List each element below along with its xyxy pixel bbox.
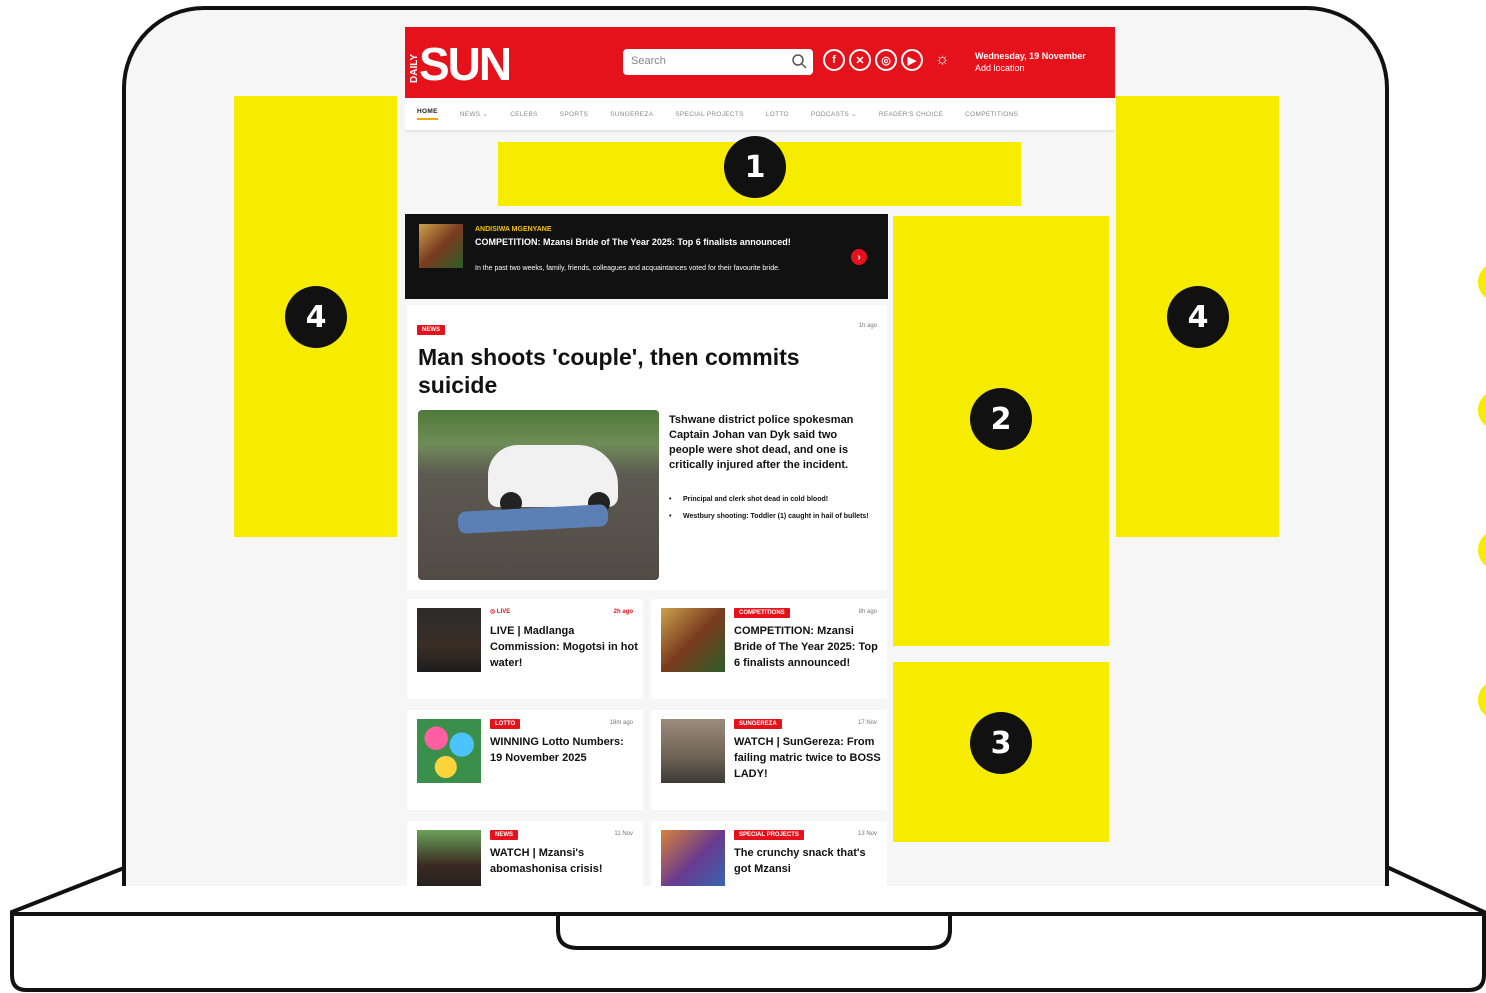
youtube-icon[interactable]: ▶: [901, 49, 923, 71]
article-time: 18m ago: [609, 720, 633, 726]
promo-title[interactable]: COMPETITION: Mzansi Bride of The Year 20…: [475, 236, 815, 249]
site-header: DAILY SUN Search f ✕ ◎ ▶ ☼ Wednesday, 19…: [405, 27, 1115, 98]
nav-competitions[interactable]: COMPETITIONS: [965, 111, 1018, 118]
arrow-right-icon[interactable]: ›: [851, 249, 867, 265]
search-input[interactable]: Search: [623, 49, 813, 75]
article-card[interactable]: SUNGEREZA 17 Nov WATCH | SunGereza: From…: [651, 710, 887, 810]
main-article-summary: Tshwane district police spokesman Captai…: [669, 414, 854, 471]
logo-sun[interactable]: SUN: [419, 37, 512, 91]
article-thumbnail: [661, 719, 725, 783]
article-thumbnail: [661, 608, 725, 672]
article-tag[interactable]: LOTTO: [490, 719, 521, 729]
nav-readers-choice[interactable]: READER'S CHOICE: [879, 111, 943, 118]
related-link[interactable]: Westbury shooting: Toddler (1) caught in…: [669, 512, 879, 521]
article-tag[interactable]: NEWS: [490, 830, 518, 840]
article-title[interactable]: COMPETITION: Mzansi Bride of The Year 20…: [734, 623, 882, 671]
nav-news[interactable]: NEWS ⌄: [460, 110, 489, 118]
callout-badge-3: 3: [970, 712, 1032, 774]
article-card[interactable]: NEWS 11 Nov WATCH | Mzansi's abomashonis…: [407, 821, 643, 886]
search-placeholder: Search: [631, 55, 666, 67]
article-tag[interactable]: COMPETITIONS: [734, 608, 790, 618]
live-badge: ◎ LIVE: [490, 609, 511, 615]
article-card[interactable]: SPECIAL PROJECTS 13 Nov The crunchy snac…: [651, 821, 887, 886]
article-title[interactable]: WATCH | Mzansi's abomashonisa crisis!: [490, 845, 638, 877]
nav-celebs[interactable]: CELEBS: [510, 111, 537, 118]
article-time: 13 Nov: [857, 831, 877, 837]
article-time: 2h ago: [613, 609, 633, 615]
weather-icon[interactable]: ☼: [935, 51, 950, 69]
article-tag[interactable]: SUNGEREZA: [734, 719, 782, 729]
nav-special-projects[interactable]: SPECIAL PROJECTS: [675, 111, 744, 118]
article-title[interactable]: WATCH | SunGereza: From failing matric t…: [734, 734, 882, 782]
related-links: Principal and clerk shot dead in cold bl…: [669, 495, 879, 529]
article-card[interactable]: COMPETITIONS 8h ago COMPETITION: Mzansi …: [651, 599, 887, 699]
nav-podcasts[interactable]: PODCASTS ⌄: [811, 110, 857, 118]
article-thumbnail: [417, 830, 481, 886]
main-article-time: 1h ago: [858, 323, 877, 329]
nav-sports[interactable]: SPORTS: [560, 111, 588, 118]
promo-description: In the past two weeks, family, friends, …: [475, 265, 780, 272]
facebook-icon[interactable]: f: [823, 49, 845, 71]
article-time: 11 Nov: [614, 831, 633, 837]
x-icon[interactable]: ✕: [849, 49, 871, 71]
promo-kicker: ANDISIWA MGENYANE: [475, 226, 552, 233]
current-date: Wednesday, 19 November: [975, 51, 1086, 61]
article-tag[interactable]: SPECIAL PROJECTS: [734, 830, 804, 840]
main-article-tag[interactable]: NEWS: [417, 325, 445, 335]
article-card[interactable]: ◎ LIVE 2h ago LIVE | Madlanga Commission…: [407, 599, 643, 699]
callout-badge-1: 1: [724, 136, 786, 198]
add-location-link[interactable]: Add location: [975, 63, 1025, 73]
callout-badge-4-right: 4: [1167, 286, 1229, 348]
article-title[interactable]: LIVE | Madlanga Commission: Mogotsi in h…: [490, 623, 638, 671]
nav-home[interactable]: HOME: [417, 108, 438, 120]
article-card[interactable]: LOTTO 18m ago WINNING Lotto Numbers: 19 …: [407, 710, 643, 810]
nav-lotto[interactable]: LOTTO: [766, 111, 789, 118]
related-link[interactable]: Principal and clerk shot dead in cold bl…: [669, 495, 879, 504]
search-icon[interactable]: [791, 53, 807, 69]
article-thumbnail: [417, 719, 481, 783]
tarp-shape: [457, 504, 609, 534]
main-article-image[interactable]: [418, 410, 659, 580]
article-title[interactable]: WINNING Lotto Numbers: 19 November 2025: [490, 734, 638, 766]
main-article[interactable]: NEWS 1h ago Man shoots 'couple', then co…: [407, 305, 887, 590]
nav-sungereza[interactable]: SUNGEREZA: [610, 111, 653, 118]
article-thumbnail: [417, 608, 481, 672]
article-title[interactable]: The crunchy snack that's got Mzansi: [734, 845, 882, 877]
article-time: 17 Nov: [857, 720, 877, 726]
callout-badge-4-left: 4: [285, 286, 347, 348]
article-time: 8h ago: [858, 609, 877, 615]
main-article-headline[interactable]: Man shoots 'couple', then commits suicid…: [418, 343, 858, 399]
article-thumbnail: [661, 830, 725, 886]
instagram-icon[interactable]: ◎: [875, 49, 897, 71]
callout-badge-2: 2: [970, 388, 1032, 450]
promo-banner[interactable]: ANDISIWA MGENYANE COMPETITION: Mzansi Br…: [405, 214, 888, 299]
promo-thumbnail: [419, 224, 463, 268]
social-links: f ✕ ◎ ▶: [823, 49, 923, 71]
main-nav: HOME NEWS ⌄ CELEBS SPORTS SUNGEREZA SPEC…: [405, 98, 1115, 130]
